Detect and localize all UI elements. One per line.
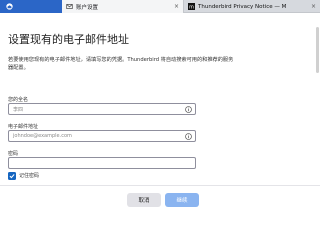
full-name-placeholder: 李四 [13, 107, 24, 113]
password-input[interactable] [8, 157, 196, 169]
email-input[interactable]: johndoe@example.com [8, 130, 196, 142]
page-title: 设置现有的电子邮件地址 [8, 33, 129, 46]
remember-password-checkbox[interactable] [8, 172, 16, 180]
full-name-input[interactable]: 李四 [8, 103, 196, 115]
tab-privacy-notice[interactable]: m Thunderbird Privacy Notice — M × [185, 0, 320, 13]
info-icon[interactable] [185, 133, 192, 140]
email-label: 电子邮件地址 [8, 124, 39, 130]
continue-button[interactable]: 继续 [165, 193, 199, 207]
full-name-label: 您的全名 [8, 97, 29, 103]
cancel-button[interactable]: 取消 [127, 193, 161, 207]
svg-text:m: m [189, 4, 194, 10]
scrollbar[interactable] [316, 27, 319, 73]
divider [0, 185, 320, 186]
close-icon[interactable]: × [311, 2, 316, 11]
account-setup-panel: 设置现有的电子邮件地址 若要使用您现有的电子邮件地址，请填写您的凭据。Thund… [0, 13, 320, 207]
tab-label: 账户设置 [76, 4, 99, 11]
tab-thunderbird-home[interactable] [0, 0, 62, 13]
close-icon[interactable]: × [174, 2, 179, 11]
password-label: 密码 [8, 151, 19, 157]
info-icon[interactable] [185, 106, 192, 113]
page-description: 若要使用您现有的电子邮件地址，请填写您的凭据。Thunderbird 将自动搜索… [8, 57, 234, 71]
email-placeholder: johndoe@example.com [13, 133, 72, 139]
account-settings-icon [66, 4, 73, 9]
tab-label: Thunderbird Privacy Notice — M [198, 3, 287, 10]
checkmark-icon [9, 174, 15, 179]
remember-password-label: 记住密码 [19, 173, 40, 179]
tab-account-settings[interactable]: 账户设置 × [62, 0, 184, 13]
mozilla-logo-icon: m [188, 3, 195, 10]
tab-bar: 账户设置 × m Thunderbird Privacy Notice — M … [0, 0, 320, 13]
thunderbird-logo-icon [6, 3, 13, 10]
